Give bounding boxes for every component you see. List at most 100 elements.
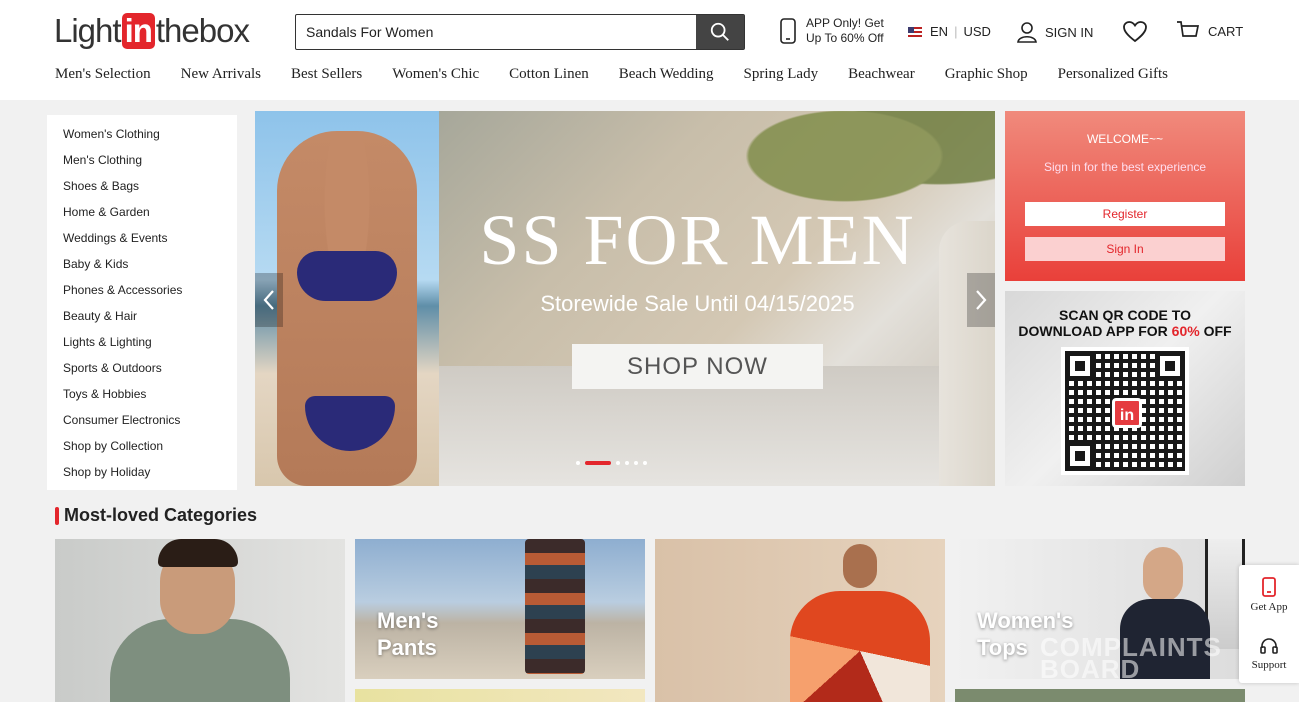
sign-in-link[interactable]: SIGN IN bbox=[1015, 20, 1093, 44]
sidebar-item[interactable]: Men's Clothing bbox=[47, 149, 237, 175]
pagination-dot-active[interactable] bbox=[585, 461, 611, 465]
chevron-left-icon bbox=[263, 290, 274, 310]
pagination-dot[interactable] bbox=[576, 461, 580, 465]
category-tile-mens-shirts[interactable] bbox=[55, 539, 345, 702]
logo-text-light: Light bbox=[54, 12, 122, 49]
nav-item[interactable]: Personalized Gifts bbox=[1058, 66, 1168, 83]
tile-caption: Men's Pants bbox=[377, 608, 439, 660]
pagination-dot[interactable] bbox=[625, 461, 629, 465]
sidebar-item[interactable]: Weddings & Events bbox=[47, 227, 237, 253]
tile-model-head bbox=[1143, 547, 1183, 602]
search-button[interactable] bbox=[696, 15, 744, 49]
wishlist-button[interactable] bbox=[1122, 20, 1148, 49]
qr-code-pattern: in bbox=[1065, 351, 1185, 471]
shop-now-button[interactable]: SHOP NOW bbox=[572, 344, 823, 389]
mobile-icon bbox=[1262, 576, 1276, 597]
cart-label: CART bbox=[1208, 23, 1244, 39]
currency-label: USD bbox=[963, 24, 991, 39]
sign-in-label: SIGN IN bbox=[1045, 24, 1094, 40]
section-title: Most-loved Categories bbox=[55, 505, 257, 526]
banner-title: SS FOR MEN bbox=[479, 200, 916, 280]
category-tile-partial[interactable] bbox=[355, 689, 645, 702]
sidebar-item[interactable]: Shoes & Bags bbox=[47, 175, 237, 201]
pagination-dot[interactable] bbox=[634, 461, 638, 465]
support-button[interactable]: Support bbox=[1239, 624, 1299, 683]
sidebar-item[interactable]: Home & Garden bbox=[47, 201, 237, 227]
app-promo[interactable]: APP Only! Get Up To 60% Off bbox=[778, 16, 884, 46]
banner-pagination bbox=[576, 461, 647, 465]
sidebar-item[interactable]: Sports & Outdoors bbox=[47, 357, 237, 383]
nav-item[interactable]: New Arrivals bbox=[181, 66, 261, 83]
section-title-accent bbox=[55, 506, 59, 525]
divider: | bbox=[954, 24, 958, 39]
get-app-button[interactable]: Get App bbox=[1239, 565, 1299, 624]
nav-item[interactable]: Cotton Linen bbox=[509, 66, 589, 83]
watermark: COMPLAINTS BOARD bbox=[1040, 632, 1222, 684]
sign-in-button[interactable]: Sign In bbox=[1025, 237, 1225, 261]
nav-item[interactable]: Spring Lady bbox=[744, 66, 819, 83]
qr-promo-line2: DOWNLOAD APP FOR 60% OFF bbox=[1018, 323, 1232, 339]
search-input[interactable] bbox=[296, 15, 696, 49]
heart-icon bbox=[1123, 21, 1147, 43]
banner-prev-button[interactable] bbox=[255, 273, 283, 327]
category-tile-mens-pants[interactable]: Men's Pants bbox=[355, 539, 645, 679]
category-sidebar: Women's Clothing Men's Clothing Shoes & … bbox=[47, 115, 237, 490]
qr-corner bbox=[1065, 441, 1095, 471]
language-label: EN bbox=[930, 24, 949, 39]
phone-icon bbox=[780, 18, 796, 44]
category-tile-partial[interactable] bbox=[955, 689, 1245, 702]
banner-subtitle: Storewide Sale Until 04/15/2025 bbox=[540, 291, 855, 316]
category-tile-womens-dresses[interactable] bbox=[655, 539, 945, 702]
register-button[interactable]: Register bbox=[1025, 202, 1225, 226]
support-label: Support bbox=[1251, 658, 1287, 671]
nav-item[interactable]: Beach Wedding bbox=[619, 66, 714, 83]
qr-code: in bbox=[1061, 347, 1189, 475]
floating-toolbar: Get App Support bbox=[1239, 565, 1299, 683]
user-icon bbox=[1017, 22, 1037, 43]
qr-corner bbox=[1065, 351, 1095, 381]
nav-item[interactable]: Beachwear bbox=[848, 66, 915, 83]
sidebar-item[interactable]: Shop by Holiday bbox=[47, 461, 237, 487]
qr-logo: in bbox=[1112, 398, 1142, 428]
tile-model-hair bbox=[158, 539, 238, 567]
nav-item[interactable]: Best Sellers bbox=[291, 66, 362, 83]
us-flag-icon bbox=[908, 26, 922, 37]
qr-promo-panel: SCAN QR CODE TO DOWNLOAD APP FOR 60% OFF… bbox=[1005, 291, 1245, 486]
app-promo-line1: APP Only! Get bbox=[806, 16, 884, 30]
site-logo[interactable]: Light in thebox bbox=[54, 12, 250, 50]
welcome-subtitle: Sign in for the best experience bbox=[1043, 160, 1207, 174]
nav-item[interactable]: Men's Selection bbox=[55, 66, 151, 83]
sidebar-item[interactable]: Women's Clothing bbox=[47, 123, 237, 149]
search-bar bbox=[295, 14, 745, 50]
logo-text-in: in bbox=[121, 13, 155, 49]
banner-next-button[interactable] bbox=[967, 273, 995, 327]
tile-model-head bbox=[843, 544, 877, 588]
section-title-text: Most-loved Categories bbox=[64, 505, 258, 525]
sidebar-item[interactable]: Beauty & Hair bbox=[47, 305, 237, 331]
get-app-label: Get App bbox=[1250, 600, 1288, 613]
language-currency-selector[interactable]: EN | USD bbox=[908, 24, 991, 39]
hero-banner[interactable]: SS FOR MEN Storewide Sale Until 04/15/20… bbox=[255, 111, 995, 486]
nav-item[interactable]: Graphic Shop bbox=[945, 66, 1028, 83]
sidebar-item[interactable]: Shop by Collection bbox=[47, 435, 237, 461]
cart-link[interactable]: CART bbox=[1176, 20, 1243, 42]
pagination-dot[interactable] bbox=[616, 461, 620, 465]
qr-corner bbox=[1155, 351, 1185, 381]
welcome-panel: WELCOME~~ Sign in for the best experienc… bbox=[1005, 111, 1245, 281]
welcome-title: WELCOME~~ bbox=[1086, 132, 1164, 146]
app-promo-line2: Up To 60% Off bbox=[806, 31, 884, 45]
tile-dress-image bbox=[790, 591, 930, 702]
top-nav: Men's Selection New Arrivals Best Seller… bbox=[55, 66, 1198, 83]
cart-icon bbox=[1177, 21, 1200, 37]
logo-text-thebox: thebox bbox=[155, 12, 250, 49]
pagination-dot[interactable] bbox=[643, 461, 647, 465]
chevron-right-icon bbox=[976, 290, 987, 310]
sidebar-item[interactable]: Toys & Hobbies bbox=[47, 383, 237, 409]
qr-promo-text: SCAN QR CODE TO DOWNLOAD APP FOR 60% OFF bbox=[1005, 307, 1245, 339]
nav-item[interactable]: Women's Chic bbox=[392, 66, 479, 83]
sidebar-item[interactable]: Baby & Kids bbox=[47, 253, 237, 279]
sidebar-item[interactable]: Consumer Electronics bbox=[47, 409, 237, 435]
sidebar-item[interactable]: Phones & Accessories bbox=[47, 279, 237, 305]
qr-promo-highlight: 60% bbox=[1171, 323, 1200, 339]
sidebar-item[interactable]: Lights & Lighting bbox=[47, 331, 237, 357]
